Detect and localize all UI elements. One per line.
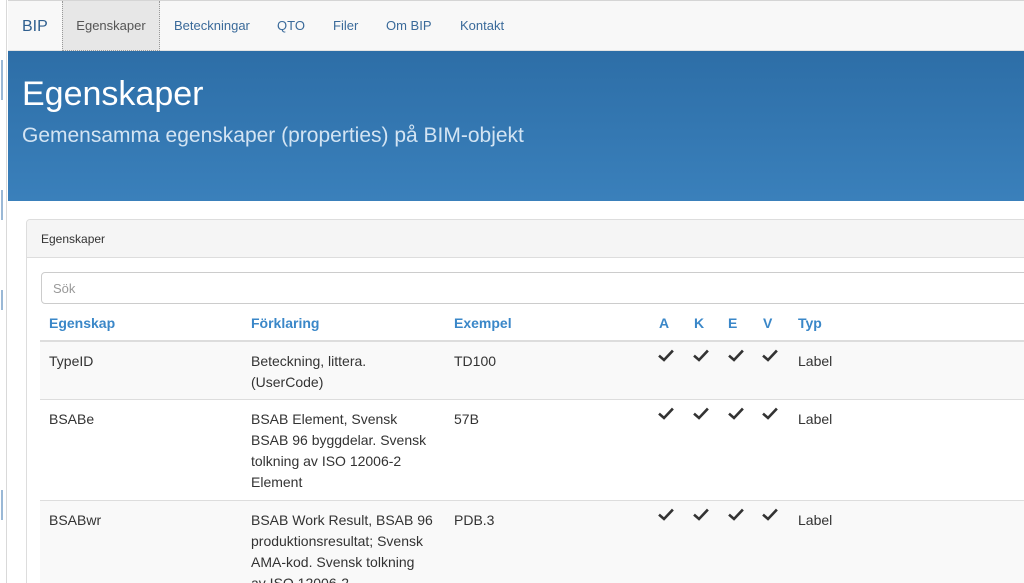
check-icon (658, 407, 674, 420)
nav-item-filer[interactable]: Filer (333, 1, 358, 51)
column-header-exempel[interactable]: Exempel (454, 315, 512, 331)
edge-mark (1, 490, 3, 520)
cell-typ: Label (798, 411, 833, 427)
page: BIP Egenskaper Beteckningar QTO Filer Om… (8, 0, 1024, 583)
page-header-banner: Egenskaper Gemensamma egenskaper (proper… (8, 51, 1024, 201)
edge-mark (1, 190, 3, 220)
nav-item-qto[interactable]: QTO (277, 1, 305, 51)
check-icon (693, 407, 709, 420)
column-header-a[interactable]: A (659, 315, 669, 331)
browser-viewport: BIP Egenskaper Beteckningar QTO Filer Om… (0, 0, 1024, 583)
cell-egenskap: BSABwr (49, 512, 102, 528)
check-icon (762, 407, 778, 420)
check-icon (762, 349, 778, 362)
check-icon (728, 407, 744, 420)
brand-link[interactable]: BIP (22, 18, 48, 36)
top-navbar: BIP Egenskaper Beteckningar QTO Filer Om… (8, 0, 1024, 51)
page-title: Egenskaper (22, 75, 204, 113)
panel-heading: Egenskaper (27, 220, 1024, 258)
cell-egenskap: TypeID (49, 353, 94, 369)
cell-exempel: PDB.3 (454, 512, 495, 528)
column-header-k[interactable]: K (694, 315, 704, 331)
search-input[interactable] (41, 272, 1024, 304)
cell-forklaring: Beteckning, littera. (UserCode) (251, 353, 367, 390)
check-icon (728, 349, 744, 362)
cell-forklaring: BSAB Work Result, BSAB 96 produktionsres… (251, 512, 433, 583)
column-header-e[interactable]: E (728, 315, 737, 331)
cell-exempel: TD100 (454, 353, 497, 369)
check-icon (693, 349, 709, 362)
check-icon (693, 508, 709, 521)
check-icon (658, 508, 674, 521)
table-row[interactable]: BSABe BSAB Element, Svensk BSAB 96 byggd… (40, 399, 1024, 500)
cell-exempel: 57B (454, 411, 479, 427)
page-subtitle: Gemensamma egenskaper (properties) på BI… (22, 124, 524, 147)
check-icon (658, 349, 674, 362)
cell-egenskap: BSABe (49, 411, 95, 427)
cell-typ: Label (798, 353, 833, 369)
table-row[interactable]: TypeID Beteckning, littera. (UserCode) T… (40, 341, 1024, 399)
nav-item-om-bip[interactable]: Om BIP (386, 1, 432, 51)
edge-mark (1, 290, 3, 310)
window-edge (0, 0, 7, 583)
column-header-egenskap[interactable]: Egenskap (49, 315, 115, 331)
properties-panel: Egenskaper Egenskap Förklaring Exempel A… (26, 219, 1024, 583)
nav-item-egenskaper[interactable]: Egenskaper (62, 1, 160, 51)
column-header-typ[interactable]: Typ (798, 315, 822, 331)
cell-typ: Label (798, 512, 833, 528)
panel-title: Egenskaper (41, 232, 106, 246)
column-header-forklaring[interactable]: Förklaring (251, 315, 319, 331)
check-icon (728, 508, 744, 521)
edge-mark (1, 60, 3, 100)
table-row[interactable]: BSABwr BSAB Work Result, BSAB 96 produkt… (40, 500, 1024, 583)
nav-item-beteckningar[interactable]: Beteckningar (174, 1, 250, 51)
check-icon (762, 508, 778, 521)
column-header-v[interactable]: V (763, 315, 772, 331)
nav-item-kontakt[interactable]: Kontakt (460, 1, 504, 51)
cell-forklaring: BSAB Element, Svensk BSAB 96 byggdelar. … (251, 411, 427, 490)
